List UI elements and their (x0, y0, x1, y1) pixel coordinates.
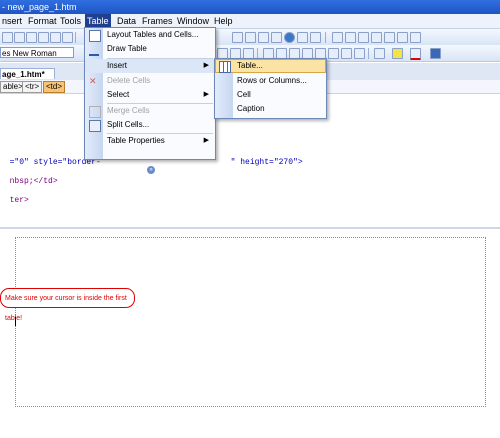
layout-table-icon (89, 30, 101, 42)
merge-cells-icon (89, 106, 101, 118)
toolbar-button-icon[interactable] (384, 32, 395, 43)
menu-item-label: Table Properties (107, 136, 165, 145)
submenu-item-rows-columns[interactable]: Rows or Columns... (215, 74, 326, 88)
insert-submenu: Table... Rows or Columns... Cell Caption (214, 58, 327, 119)
submenu-arrow-icon: ▶ (203, 62, 209, 69)
callout-note: Make sure your cursor is inside the firs… (0, 288, 135, 322)
toolbar-button-icon[interactable] (341, 48, 352, 59)
font-color-icon[interactable] (410, 48, 421, 60)
toolbar-button-icon[interactable] (26, 32, 37, 43)
toolbar-button-icon[interactable] (397, 32, 408, 43)
menu-item-label: Merge Cells (107, 106, 150, 115)
menu-item-layout-tables[interactable]: Layout Tables and Cells... (85, 28, 215, 42)
help-icon[interactable] (345, 32, 356, 43)
toolbar-button-icon[interactable] (50, 32, 61, 43)
menu-bar: nsert Format Tools Table Data Frames Win… (0, 14, 500, 29)
delete-cells-icon: ✕ (89, 76, 97, 86)
document-tab-label: age_1.htm* (2, 70, 45, 79)
toolbar-button-icon[interactable] (258, 32, 269, 43)
table-icon (219, 61, 231, 73)
increase-indent-icon[interactable] (328, 48, 339, 59)
title-bar: - new_page_1.htm (0, 0, 500, 14)
menu-frames[interactable]: Frames (140, 14, 175, 28)
anchor-icon[interactable] (358, 32, 369, 43)
menu-item-insert[interactable]: Insert ▶ (85, 59, 215, 73)
menu-window[interactable]: Window (175, 14, 211, 28)
submenu-item-table[interactable]: Table... (215, 59, 326, 73)
standard-toolbar (0, 29, 500, 46)
menu-item-draw-table[interactable]: Draw Table (85, 42, 215, 56)
code-text: " height="270"> (230, 158, 303, 167)
menu-item-label: Cell (237, 90, 251, 99)
design-table[interactable] (15, 237, 486, 407)
toolbar-button-icon[interactable] (245, 32, 256, 43)
document-tab[interactable]: age_1.htm* (0, 68, 55, 79)
font-name-box[interactable]: es New Roman (0, 47, 74, 58)
view-splitter[interactable] (0, 227, 500, 229)
table-menu: Layout Tables and Cells... Draw Table In… (84, 27, 216, 174)
borders-icon[interactable] (374, 48, 385, 59)
pilcrow-icon[interactable] (332, 32, 343, 43)
menu-item-label: Insert (107, 61, 128, 70)
menu-help[interactable]: Help (212, 14, 235, 28)
menu-item-label: Layout Tables and Cells... (107, 30, 199, 39)
toolbar-button-icon[interactable] (14, 32, 25, 43)
menu-item-select[interactable]: Select ▶ (85, 88, 215, 102)
menu-table[interactable]: Table (85, 14, 111, 28)
pencil-icon (89, 44, 99, 56)
menu-item-label: Caption (237, 104, 265, 113)
toolbar-button-icon[interactable] (271, 32, 282, 43)
toolbar-separator (75, 32, 76, 43)
toolbar-button-icon[interactable] (371, 32, 382, 43)
menu-item-label: Rows or Columns... (237, 76, 307, 85)
toolbar-button-icon[interactable] (232, 32, 243, 43)
toolbar-button-icon[interactable] (310, 32, 321, 43)
chevron-double-down-icon[interactable]: » (147, 166, 155, 174)
menu-tools[interactable]: Tools (58, 14, 83, 28)
menu-format[interactable]: Format (26, 14, 59, 28)
text-cursor (15, 317, 16, 326)
toolbar-button-icon[interactable] (297, 32, 308, 43)
toolbar-button-icon[interactable] (354, 48, 365, 59)
code-text: ter> (9, 196, 29, 205)
toolbar-options-icon[interactable] (430, 48, 441, 59)
submenu-arrow-icon: ▶ (203, 91, 209, 98)
menu-insert[interactable]: nsert (0, 14, 24, 28)
menu-item-label: Table... (237, 61, 263, 70)
window-title: - new_page_1.htm (2, 2, 77, 12)
menu-item-label: Split Cells... (107, 120, 150, 129)
font-name-value: es New Roman (2, 49, 57, 58)
tag-tr[interactable]: <tr> (22, 81, 43, 93)
menu-item-split-cells[interactable]: Split Cells... (85, 118, 215, 132)
code-text: nbsp;</td> (9, 177, 58, 186)
submenu-item-caption[interactable]: Caption (215, 102, 326, 116)
toolbar-button-icon[interactable] (2, 32, 13, 43)
menu-item-table-properties[interactable]: Table Properties ▶ (85, 134, 215, 148)
toolbar-button-icon[interactable] (38, 32, 49, 43)
highlight-icon[interactable] (392, 48, 403, 59)
toolbar-button-icon[interactable] (62, 32, 73, 43)
code-line[interactable]: ter> (0, 187, 29, 205)
tag-td[interactable]: <td> (43, 81, 66, 93)
toolbar-button-icon[interactable] (410, 32, 421, 43)
toolbar-separator (325, 32, 326, 43)
submenu-arrow-icon: ▶ (203, 137, 209, 144)
toolbar-separator (368, 48, 369, 59)
split-cells-icon (89, 120, 101, 132)
menu-item-label: Delete Cells (107, 76, 151, 85)
menu-item-merge-cells[interactable]: Merge Cells (85, 104, 215, 118)
code-line[interactable]: " height="270"> (221, 149, 303, 167)
globe-icon[interactable] (284, 32, 295, 43)
submenu-item-cell[interactable]: Cell (215, 88, 326, 102)
menu-data[interactable]: Data (115, 14, 138, 28)
menu-item-label: Select (107, 90, 130, 99)
menu-item-label: Draw Table (107, 44, 147, 53)
menu-item-delete-cells[interactable]: ✕ Delete Cells (85, 74, 215, 88)
code-line[interactable]: nbsp;</td> (0, 168, 58, 186)
